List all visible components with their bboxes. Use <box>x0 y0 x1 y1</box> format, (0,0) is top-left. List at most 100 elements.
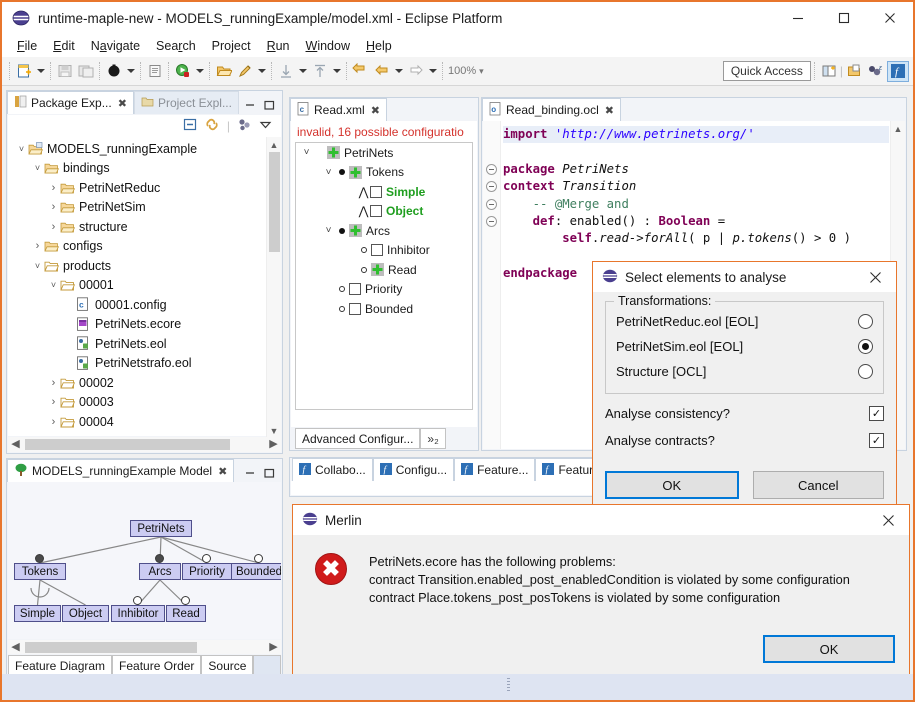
feature-node[interactable]: PetriNets <box>130 520 192 537</box>
tab-read-xml[interactable]: c Read.xml ✖ <box>290 98 387 121</box>
fold-marker-icon[interactable] <box>483 178 500 195</box>
tab-project-explorer[interactable]: Project Expl... <box>133 91 239 114</box>
feature-node[interactable]: Simple <box>14 605 61 622</box>
maximize-button[interactable] <box>821 2 867 34</box>
cancel-button[interactable]: Cancel <box>752 471 884 499</box>
transformation-option[interactable]: Structure [OCL] <box>616 359 873 384</box>
package-explorer-vscrollbar[interactable]: ▲ ▼ <box>266 137 281 438</box>
new-wizard-dropdown[interactable] <box>34 60 47 82</box>
close-button[interactable] <box>867 2 913 34</box>
tree-item[interactable]: › PetriNetReduc <box>8 178 281 198</box>
config-tree-item[interactable]: ˅ Arcs <box>296 221 472 241</box>
transformation-option[interactable]: PetriNetSim.eol [EOL] <box>616 334 873 359</box>
tree-item[interactable]: ˅ MODELS_runningExample <box>8 139 281 159</box>
tab-package-explorer[interactable]: Package Exp... ✖ <box>7 91 134 114</box>
radio-button[interactable] <box>858 339 873 354</box>
zoom-control[interactable]: 100% ▾ <box>448 65 484 77</box>
menu-run[interactable]: Run <box>259 37 298 55</box>
debug-icon[interactable] <box>103 60 124 82</box>
scroll-left-icon[interactable]: ◀ <box>8 640 23 655</box>
merlin-ok-button[interactable]: OK <box>763 635 895 663</box>
tree-item[interactable]: PetriNetstrafo.eol <box>8 354 281 374</box>
config-tree-item[interactable]: ⋀ Simple <box>296 182 472 202</box>
feature-checkbox[interactable] <box>349 283 361 296</box>
print-icon[interactable] <box>144 60 165 82</box>
marker-dropdown[interactable] <box>255 60 268 82</box>
next-annotation-dropdown[interactable] <box>330 60 343 82</box>
tree-item[interactable]: ˅ 00001 <box>8 276 281 296</box>
ok-button[interactable]: OK <box>605 471 739 499</box>
package-explorer-tree[interactable]: ˅ MODELS_runningExample ˅ bindings › PetriNet… <box>8 137 281 436</box>
marker-icon[interactable] <box>234 60 255 82</box>
feature-selected-box[interactable] <box>349 224 362 238</box>
config-tree-item[interactable]: ⋀ Object <box>296 202 472 222</box>
save-all-icon[interactable] <box>75 60 96 82</box>
radio-button[interactable] <box>858 364 873 379</box>
minimize-view-icon[interactable] <box>245 100 256 114</box>
feature-diagram-tab[interactable]: Source <box>201 655 254 676</box>
scroll-up-icon[interactable]: ▲ <box>894 121 903 136</box>
menu-help[interactable]: Help <box>358 37 400 55</box>
tree-item[interactable]: › configs <box>8 237 281 257</box>
debug-dropdown[interactable] <box>124 60 137 82</box>
config-tree-item[interactable]: Inhibitor <box>296 241 472 261</box>
feature-selected-box[interactable] <box>371 263 384 277</box>
config-tree-item[interactable]: Read <box>296 260 472 280</box>
chevron-down-icon[interactable]: ▾ <box>479 66 484 77</box>
close-icon[interactable]: ✖ <box>218 465 227 478</box>
tree-twisty[interactable]: ˅ <box>32 261 43 271</box>
config-tree-item[interactable]: ˅ PetriNets <box>296 143 472 163</box>
feature-diagram-hscrollbar[interactable]: ◀ ▶ <box>8 640 281 655</box>
collapse-all-icon[interactable] <box>183 117 198 135</box>
open-resource-icon[interactable] <box>213 60 234 82</box>
open-perspective-icon[interactable] <box>818 61 840 82</box>
config-feature-tree[interactable]: ˅ PetriNets ˅ Tokens ⋀ Simple ⋀ Object ˅ Arcs Inhi… <box>295 142 473 410</box>
tree-twisty[interactable]: ˅ <box>322 225 335 236</box>
feature-checkbox[interactable] <box>371 244 383 257</box>
feature-checkbox[interactable] <box>370 205 382 218</box>
config-tree-item[interactable]: ˅ Tokens <box>296 163 472 183</box>
tree-item[interactable]: c 00001.config <box>8 295 281 315</box>
transformation-option[interactable]: PetriNetReduc.eol [EOL] <box>616 309 873 334</box>
link-with-editor-icon[interactable] <box>205 117 220 135</box>
tree-item[interactable]: › PetriNetSim <box>8 198 281 218</box>
feature-node[interactable]: Arcs <box>139 563 181 580</box>
maximize-view-icon[interactable] <box>264 100 275 114</box>
tree-twisty[interactable]: › <box>48 435 59 436</box>
feature-node[interactable]: Read <box>166 605 206 622</box>
fold-marker-icon[interactable] <box>483 213 500 230</box>
checkbox[interactable]: ✓ <box>869 433 884 448</box>
next-edit-icon[interactable] <box>405 60 426 82</box>
tree-item[interactable]: ˅ products <box>8 256 281 276</box>
previous-annotation-icon[interactable] <box>275 60 296 82</box>
tree-item[interactable]: › 00005 <box>8 432 281 436</box>
tree-item[interactable]: › structure <box>8 217 281 237</box>
tree-twisty[interactable]: › <box>48 221 59 233</box>
scroll-up-icon[interactable]: ▲ <box>270 137 279 152</box>
ocl-code-area[interactable]: import 'http://www.petrinets.org/' packa… <box>503 126 889 283</box>
feature-diagram-tab[interactable]: Feature Diagram <box>8 655 113 676</box>
next-annotation-icon[interactable] <box>309 60 330 82</box>
previous-annotation-dropdown[interactable] <box>296 60 309 82</box>
feature-node[interactable]: Tokens <box>14 563 66 580</box>
feature-node[interactable]: Inhibitor <box>111 605 165 622</box>
close-icon[interactable]: ✖ <box>371 104 380 117</box>
menu-search[interactable]: Search <box>148 37 204 55</box>
close-icon[interactable]: ✖ <box>118 97 127 110</box>
filter-icon[interactable] <box>237 117 252 135</box>
feature-diagram-tab[interactable]: Feature Order <box>112 655 202 676</box>
feature-node[interactable]: Priority <box>182 563 232 580</box>
back-forward-dropdown[interactable] <box>392 60 405 82</box>
scroll-right-icon[interactable]: ▶ <box>266 437 281 452</box>
menu-window[interactable]: Window <box>298 37 358 55</box>
tree-item[interactable]: › 00002 <box>8 373 281 393</box>
scroll-down-icon[interactable]: ▼ <box>270 423 279 438</box>
tree-twisty[interactable]: › <box>32 240 43 252</box>
new-wizard-icon[interactable] <box>13 60 34 82</box>
feature-checkbox[interactable] <box>370 185 382 198</box>
tree-twisty[interactable]: › <box>48 396 59 408</box>
menu-navigate[interactable]: Navigate <box>83 37 148 55</box>
tree-item[interactable]: PetriNets.eol <box>8 334 281 354</box>
java-perspective-icon[interactable] <box>843 61 865 82</box>
feature-checkbox[interactable] <box>349 302 361 315</box>
